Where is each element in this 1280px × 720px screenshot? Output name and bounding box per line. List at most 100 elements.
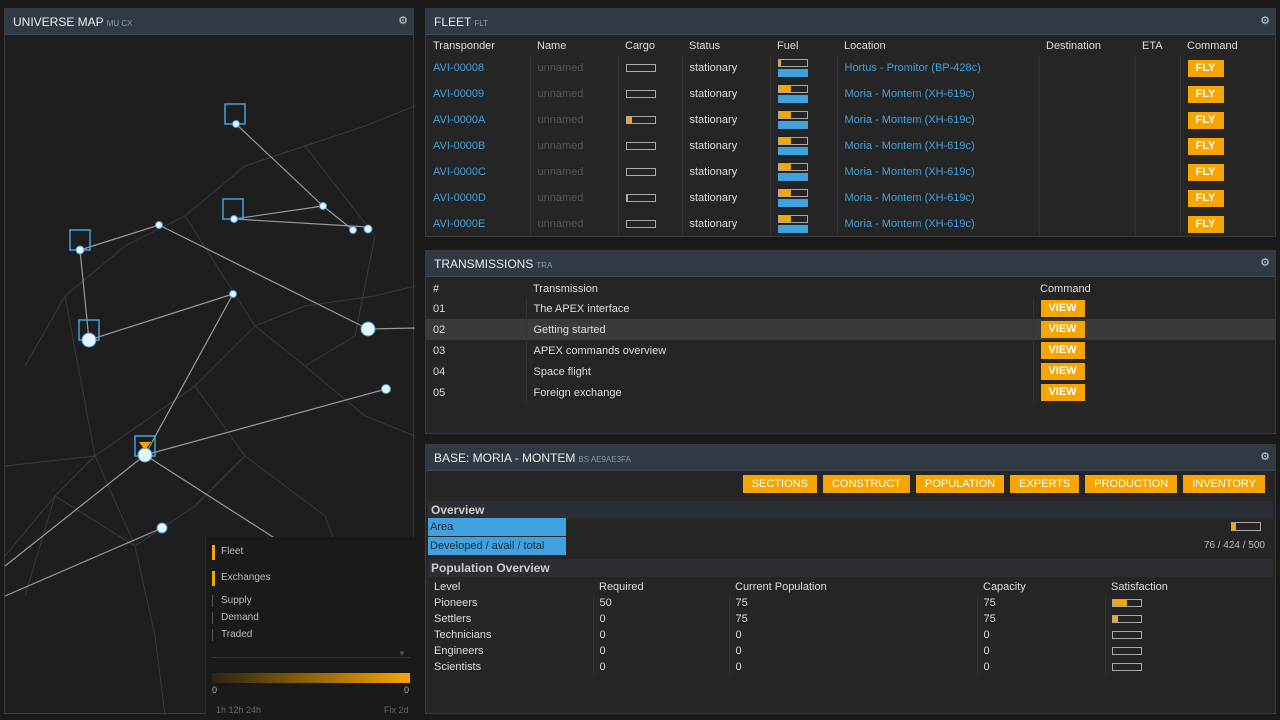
location-link[interactable]: Moria - Montem (XH-619c) xyxy=(836,133,1039,159)
fleet-column-header[interactable]: Status xyxy=(682,37,770,55)
fleet-column-header[interactable]: ETA xyxy=(1135,37,1180,55)
command-cell: VIEW xyxy=(1032,340,1275,361)
ship-name: unnamed xyxy=(529,107,618,133)
fleet-column-header[interactable]: Command xyxy=(1180,37,1275,55)
fleet-row[interactable]: AVI-0000C unnamed stationary Moria - Montem… xyxy=(426,159,1275,185)
satisfaction-bar xyxy=(1111,615,1142,624)
destination-cell xyxy=(1038,81,1135,107)
base-sections-button[interactable]: SECTIONS xyxy=(742,475,817,493)
transponder-link[interactable]: AVI-0000D xyxy=(426,185,530,211)
base-construct-button[interactable]: CONSTRUCT xyxy=(822,475,911,493)
fly-button[interactable]: FLY xyxy=(1187,163,1224,181)
transmission-column-header[interactable]: Transmission xyxy=(526,280,1033,298)
fly-button[interactable]: FLY xyxy=(1187,137,1224,155)
fleet-column-header[interactable]: Transponder xyxy=(426,37,530,55)
legend-demand[interactable]: Demand xyxy=(212,612,259,624)
eta-cell xyxy=(1134,185,1180,211)
cargo-cell xyxy=(617,185,682,211)
transponder-link[interactable]: AVI-00008 xyxy=(426,55,530,81)
view-button[interactable]: VIEW xyxy=(1040,300,1085,317)
population-table: Level Required Current Population Capacity S… xyxy=(428,579,1277,675)
legend-fix[interactable]: Fix 2d xyxy=(384,705,409,715)
fly-button[interactable]: FLY xyxy=(1187,85,1224,103)
fleet-row[interactable]: AVI-00008 unnamed stationary Hortus - Promi… xyxy=(426,55,1275,81)
population-title: Population Overview xyxy=(428,559,1273,577)
gear-icon[interactable]: ⚙ xyxy=(397,15,409,27)
fuel-bars xyxy=(777,59,808,77)
legend-fleet[interactable]: Fleet xyxy=(212,545,243,560)
cargo-bar xyxy=(625,64,656,73)
transponder-link[interactable]: AVI-0000A xyxy=(426,107,530,133)
fuel-bars xyxy=(777,85,808,103)
view-button[interactable]: VIEW xyxy=(1040,384,1085,401)
view-button[interactable]: VIEW xyxy=(1040,363,1085,380)
panel-title: TRANSMISSIONS xyxy=(434,256,534,271)
population-column-header: Current Population xyxy=(735,581,827,593)
destination-cell xyxy=(1038,107,1135,133)
chevron-down-icon[interactable]: ▼ xyxy=(398,649,406,658)
legend-exchanges[interactable]: Exchanges xyxy=(212,571,270,586)
legend-supply[interactable]: Supply xyxy=(212,595,252,607)
fleet-row[interactable]: AVI-0000E unnamed stationary Moria - Montem… xyxy=(426,211,1275,237)
fleet-column-header[interactable]: Cargo xyxy=(618,37,682,55)
ship-status: stationary xyxy=(681,185,770,211)
fly-button[interactable]: FLY xyxy=(1187,59,1224,77)
gear-icon[interactable]: ⚙ xyxy=(1259,451,1271,463)
fleet-row[interactable]: AVI-00009 unnamed stationary Moria - Montem… xyxy=(426,81,1275,107)
fleet-column-header[interactable]: Name xyxy=(530,37,618,55)
transponder-link[interactable]: AVI-0000E xyxy=(426,211,530,237)
location-link[interactable]: Moria - Montem (XH-619c) xyxy=(836,185,1039,211)
base-experts-button[interactable]: EXPERTS xyxy=(1010,475,1080,493)
base-production-button[interactable]: PRODUCTION xyxy=(1085,475,1178,493)
location-link[interactable]: Hortus - Promitor (BP-428c) xyxy=(836,55,1039,81)
legend-ranges[interactable]: 1h 12h 24h xyxy=(216,705,261,715)
fly-button[interactable]: FLY xyxy=(1187,111,1224,129)
base-population-button[interactable]: POPULATION xyxy=(916,475,1005,493)
transmission-column-header[interactable]: # xyxy=(426,280,526,298)
satisfaction-cell xyxy=(1104,643,1277,659)
command-cell: FLY xyxy=(1179,211,1275,237)
transponder-link[interactable]: AVI-00009 xyxy=(426,81,530,107)
transmission-number: 02 xyxy=(426,319,526,340)
transmission-row[interactable]: 04 Space flight VIEW xyxy=(426,361,1275,382)
fleet-column-header[interactable]: Destination xyxy=(1039,37,1135,55)
stl-fuel-bar xyxy=(777,189,808,197)
fleet-column-header[interactable]: Fuel xyxy=(770,37,837,55)
transmission-column-header[interactable]: Command xyxy=(1033,280,1275,298)
transponder-link[interactable]: AVI-0000C xyxy=(426,159,530,185)
location-link[interactable]: Moria - Montem (XH-619c) xyxy=(836,81,1039,107)
transmission-title: APEX commands overview xyxy=(525,340,1033,361)
transmission-row[interactable]: 05 Foreign exchange VIEW xyxy=(426,382,1275,403)
base-inventory-button[interactable]: INVENTORY xyxy=(1183,475,1265,493)
fuel-cell xyxy=(769,185,837,211)
transmission-row[interactable]: 03 APEX commands overview VIEW xyxy=(426,340,1275,361)
population-required: 50 xyxy=(592,595,729,611)
population-level: Pioneers xyxy=(434,597,478,609)
command-cell: FLY xyxy=(1179,55,1275,81)
location-link[interactable]: Moria - Montem (XH-619c) xyxy=(836,211,1039,237)
stl-fuel-bar xyxy=(777,85,808,93)
location-link[interactable]: Moria - Montem (XH-619c) xyxy=(836,107,1039,133)
view-button[interactable]: VIEW xyxy=(1040,342,1085,359)
transmissions-header-row: # Transmission Command xyxy=(426,280,1275,298)
transmission-row[interactable]: 01 The APEX interface VIEW xyxy=(426,298,1275,319)
transponder-link[interactable]: AVI-0000B xyxy=(426,133,530,159)
fly-button[interactable]: FLY xyxy=(1187,189,1224,207)
fleet-row[interactable]: AVI-0000A unnamed stationary Moria - Montem… xyxy=(426,107,1275,133)
fleet-row[interactable]: AVI-0000B unnamed stationary Moria - Montem… xyxy=(426,133,1275,159)
fly-button[interactable]: FLY xyxy=(1187,215,1224,233)
area-bar-fill xyxy=(1232,523,1237,530)
location-link[interactable]: Moria - Montem (XH-619c) xyxy=(836,159,1039,185)
transmission-row[interactable]: 02 Getting started VIEW xyxy=(426,319,1275,340)
command-cell: VIEW xyxy=(1032,298,1275,319)
ship-status: stationary xyxy=(681,107,770,133)
satisfaction-bar xyxy=(1111,631,1142,640)
gear-icon[interactable]: ⚙ xyxy=(1259,257,1271,269)
stl-fuel-bar xyxy=(777,59,808,67)
view-button[interactable]: VIEW xyxy=(1040,321,1085,338)
legend-traded[interactable]: Traded xyxy=(212,629,252,641)
gear-icon[interactable]: ⚙ xyxy=(1259,15,1271,27)
population-column-header: Level xyxy=(434,581,461,593)
fleet-row[interactable]: AVI-0000D unnamed stationary Moria - Montem… xyxy=(426,185,1275,211)
fleet-column-header[interactable]: Location xyxy=(837,37,1039,55)
